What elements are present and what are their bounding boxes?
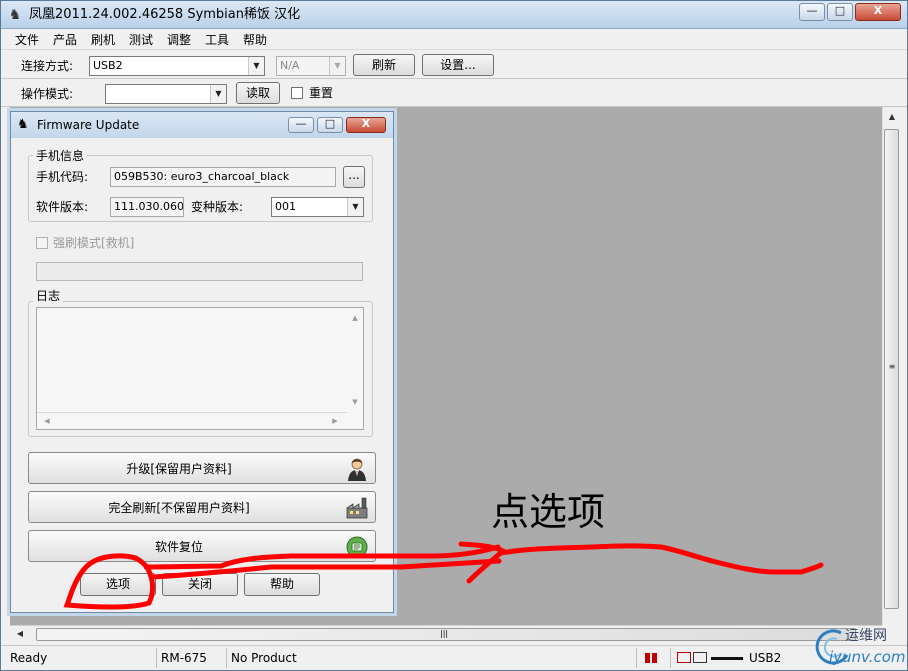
red-circle-mark: [63, 553, 156, 610]
phone-port-icon: [693, 652, 707, 663]
status-product: No Product: [226, 648, 636, 668]
status-model: RM-675: [156, 648, 226, 668]
red-led-icon: [652, 653, 657, 663]
connection-label: USB2: [749, 651, 782, 665]
workspace-horizontal-scrollbar[interactable]: ◀ |||: [10, 625, 882, 643]
status-bar: Ready RM-675 No Product USB2: [1, 645, 907, 670]
site-watermark: 运维网 iyunv.com: [811, 625, 907, 671]
red-annotation-overlay: [63, 541, 824, 610]
phoenix-main-window: ♞ 凤凰2011.24.002.46258 Symbian稀饭 汉化 — □ X…: [0, 0, 908, 671]
scroll-left-icon[interactable]: ◀: [12, 626, 28, 642]
red-arrow-shaft-bottom: [148, 558, 502, 580]
status-ready: Ready: [10, 651, 48, 665]
usb-cable-icon: [711, 657, 743, 660]
red-led-icon: [645, 653, 650, 663]
red-squiggle-line: [498, 543, 824, 575]
connector-icon: [677, 652, 691, 663]
annotation-text: 点选项: [491, 490, 606, 534]
watermark-domain: iyunv.com: [829, 648, 906, 666]
status-connection: USB2: [670, 648, 810, 668]
watermark-brand: 运维网: [845, 628, 887, 644]
grip-icon: |||: [440, 629, 449, 638]
status-indicator: [636, 648, 670, 668]
